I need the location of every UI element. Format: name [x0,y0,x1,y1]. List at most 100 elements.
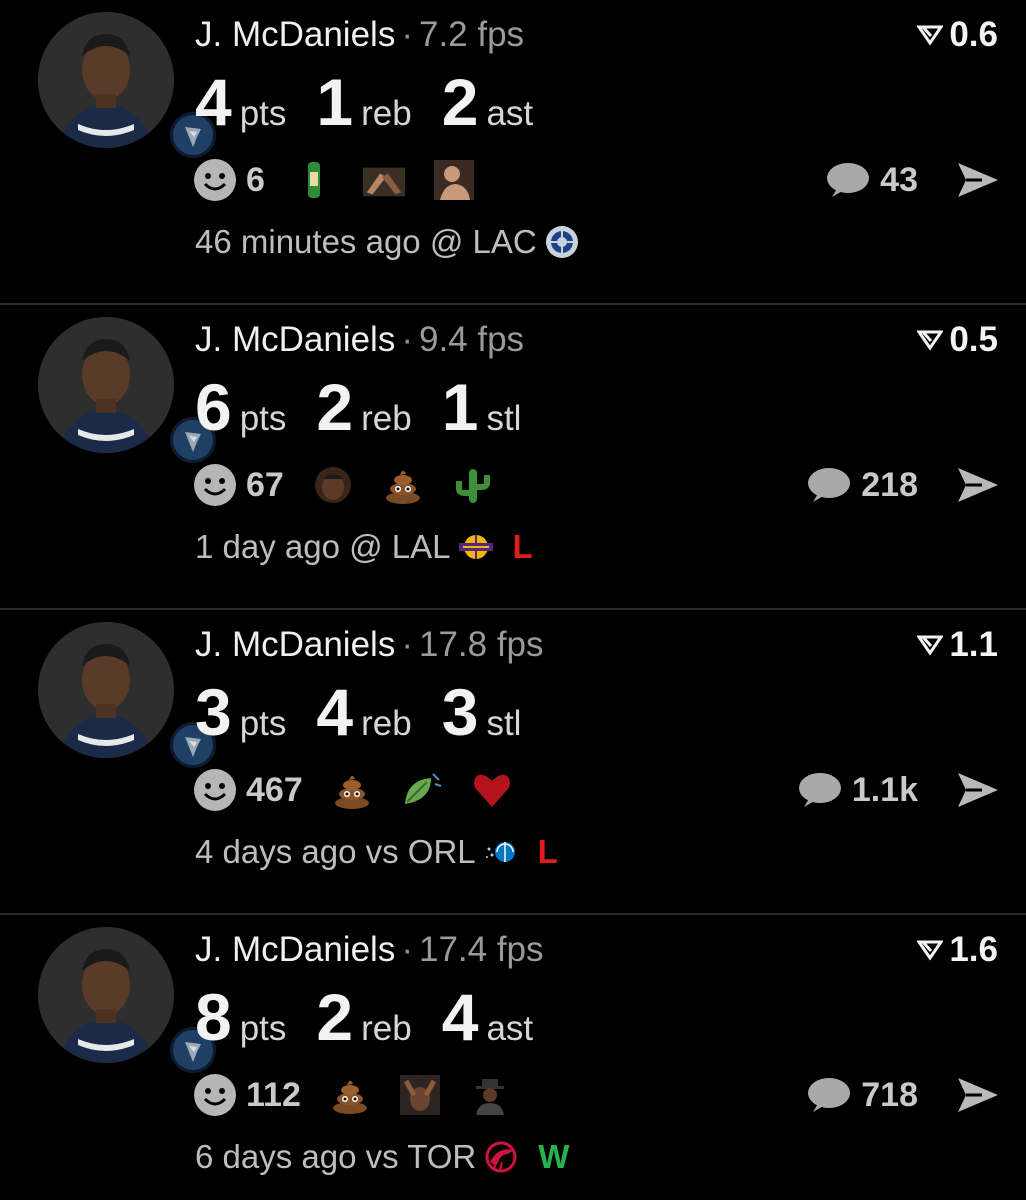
player-face-reaction-icon[interactable] [312,464,354,506]
stat-label: reb [361,704,412,743]
smiley-face-icon[interactable] [194,1074,236,1116]
player-post-card[interactable]: J. McDaniels · 17.4 fps 1.6 8 pts 2 reb 4 ast… [0,915,1026,1200]
stat-label: reb [361,94,412,133]
game-time-opponent[interactable]: 6 days ago vs TOR [195,1137,476,1177]
player-name[interactable]: J. McDaniels [195,320,395,359]
comments-button[interactable]: 43 [826,158,918,202]
rating-value: 1.1 [949,625,998,664]
rating-triangle-icon [917,330,944,351]
stat-label: reb [361,399,412,438]
stat-value: 4 [441,980,479,1054]
rating-value: 1.6 [949,930,998,969]
fantasy-points: 9.4 fps [418,320,525,359]
player-avatar[interactable] [38,12,216,158]
share-arrow-icon[interactable] [956,465,1000,505]
clippers-logo-icon [545,226,578,258]
player-post-card[interactable]: J. McDaniels · 17.8 fps 1.1 3 pts 4 reb 3 stl… [0,610,1026,915]
separator: · [401,625,413,664]
stat-value: 4 [316,675,354,749]
post-header: J. McDaniels · 7.2 fps [195,14,524,56]
game-result: W [538,1138,570,1175]
player-avatar[interactable] [38,622,216,768]
player-name[interactable]: J. McDaniels [195,15,395,54]
man-in-hat-reaction-icon[interactable] [469,1074,511,1116]
separator: · [401,930,413,969]
smiley-face-icon[interactable] [194,159,236,201]
separator: · [401,320,413,359]
poop-emoji-icon[interactable] [329,1074,371,1116]
stat-rebounds: 1 reb [316,66,411,138]
rating-triangle-icon [917,635,944,656]
stat-assists: 2 ast [442,66,533,138]
leaf-wind-emoji-icon[interactable] [401,769,443,811]
comment-bubble-icon [808,468,851,502]
poop-emoji-icon[interactable] [382,464,424,506]
reaction-count: 67 [246,465,284,504]
stat-steals: 1 stl [442,371,522,443]
stat-label: pts [239,1009,287,1048]
share-arrow-icon[interactable] [956,1075,1000,1115]
comments-button[interactable]: 1.1k [798,768,918,812]
share-arrow-icon[interactable] [956,770,1000,810]
reactions-bar[interactable]: 67 [194,463,522,507]
stat-value: 1 [441,370,479,444]
stat-points: 4 pts [195,66,286,138]
game-info: 1 day ago @ LAL L [195,527,533,567]
stat-value: 2 [316,370,354,444]
smiley-face-icon[interactable] [194,464,236,506]
poop-emoji-icon[interactable] [331,769,373,811]
post-header: J. McDaniels · 9.4 fps [195,319,524,361]
magic-logo-icon [485,842,515,862]
stat-label: pts [239,399,287,438]
game-time-opponent[interactable]: 4 days ago vs ORL [195,832,476,872]
rating-score: 0.5 [917,319,998,361]
comment-count: 718 [861,1075,918,1114]
smiley-face-icon[interactable] [194,769,236,811]
share-arrow-icon[interactable] [956,160,1000,200]
rating-value: 0.5 [949,320,998,359]
player-avatar[interactable] [38,317,216,463]
player-name[interactable]: J. McDaniels [195,930,395,969]
stat-line: 4 pts 1 reb 2 ast [195,66,563,138]
stat-label: ast [486,1009,534,1048]
bottle-reaction-icon[interactable] [293,159,335,201]
reactions-bar[interactable]: 6 [194,158,503,202]
facepalm-reaction-icon[interactable] [399,1074,441,1116]
stat-label: ast [486,94,534,133]
shouting-man-reaction-icon[interactable] [433,159,475,201]
stat-value: 3 [195,675,232,749]
player-avatar[interactable] [38,927,216,1073]
stat-assists: 4 ast [442,981,533,1053]
player-post-card[interactable]: J. McDaniels · 7.2 fps 0.6 4 pts 1 reb 2 ast … [0,0,1026,305]
post-header: J. McDaniels · 17.8 fps [195,624,544,666]
stat-line: 6 pts 2 reb 1 stl [195,371,551,443]
stat-value: 1 [316,65,354,139]
stat-points: 8 pts [195,981,286,1053]
game-result: L [537,833,558,870]
player-photo [38,927,174,1063]
player-post-card[interactable]: J. McDaniels · 9.4 fps 0.5 6 pts 2 reb 1 stl … [0,305,1026,610]
game-info: 46 minutes ago @ LAC [195,222,599,262]
game-info: 6 days ago vs TOR W [195,1137,569,1177]
stat-label: pts [239,94,287,133]
stat-points: 6 pts [195,371,286,443]
comment-count: 218 [861,465,918,504]
stat-value: 3 [441,675,479,749]
reactions-bar[interactable]: 467 [194,768,541,812]
game-time-opponent[interactable]: 46 minutes ago @ LAC [195,222,537,262]
reaction-count: 6 [246,160,265,199]
stat-label: reb [361,1009,412,1048]
game-time-opponent[interactable]: 1 day ago @ LAL [195,527,451,567]
comments-button[interactable]: 718 [807,1073,918,1117]
comment-count: 1.1k [851,770,918,809]
player-name[interactable]: J. McDaniels [195,625,395,664]
arm-wrestle-reaction-icon[interactable] [362,159,405,201]
reactions-bar[interactable]: 112 [194,1073,539,1117]
comments-button[interactable]: 218 [807,463,918,507]
player-feed: J. McDaniels · 7.2 fps 0.6 4 pts 1 reb 2 ast … [0,0,1026,1200]
heart-emoji-icon[interactable] [471,769,513,811]
stat-rebounds: 2 reb [316,371,411,443]
stat-rebounds: 2 reb [316,981,411,1053]
cactus-emoji-icon[interactable] [452,464,494,506]
player-photo [38,12,174,148]
